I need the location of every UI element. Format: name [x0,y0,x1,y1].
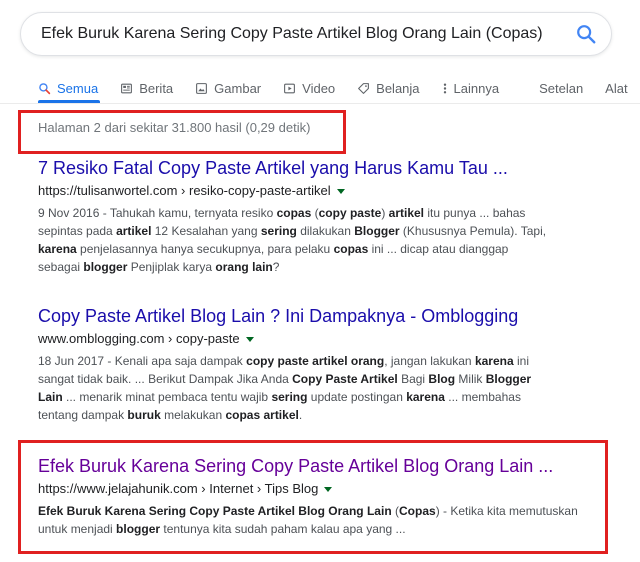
tab-setelan[interactable]: Setelan [539,81,583,96]
snippet-text: . [298,408,303,422]
snippet-keyword: copas [333,242,369,256]
result-url: www.omblogging.com › copy-paste [38,330,598,348]
snippet-line: 9 Nov 2016 - Tahukah kamu, ternyata resi… [38,204,598,222]
snippet-text: (Khususnya Pemula). Tapi, [399,224,547,238]
snippet-text: ... membahas [444,390,521,404]
tab-label: Lainnya [453,80,500,96]
snippet-keyword: copas artikel [225,408,299,422]
snippet-text: sebagai [38,260,84,274]
snippet-keyword: Blogger [354,224,400,238]
header-divider [0,103,640,104]
search-input[interactable] [41,13,561,55]
tab-video[interactable]: Video [283,81,335,96]
snippet-line: sepintas pada artikel 12 Kesalahan yang … [38,222,598,240]
snippet-line: sangat tidak baik. ... Berikut Dampak Ji… [38,370,598,388]
snippet-text: dilakukan [296,224,355,238]
search-result: 7 Resiko Fatal Copy Paste Artikel yang H… [38,157,598,276]
tab-label: Berita [139,80,174,96]
snippet-keyword: copy paste [318,206,382,220]
snippet-keyword: buruk [127,408,161,422]
snippet-text: , jangan lakukan [384,354,475,368]
snippet-text: update postingan [307,390,407,404]
snippet-keyword: karena [38,242,77,256]
tab-label: Semua [57,80,99,96]
snippet-keyword: Blogger [485,372,532,386]
snippet-keyword: Lain [38,390,63,404]
result-snippet: 9 Nov 2016 - Tahukah kamu, ternyata resi… [38,204,598,276]
snippet-keyword: copas [276,206,312,220]
snippet-text: Bagi [397,372,429,386]
snippet-keyword: karena [474,354,514,368]
snippet-keyword: sering [271,390,308,404]
snippet-text: ... menarik minat pembaca tentu wajib [62,390,272,404]
snippet-text: ? [272,260,280,274]
snippet-keyword: Copy Paste Artikel [292,372,398,386]
tab-label: Belanja [376,80,420,96]
tab-label: Gambar [214,80,262,96]
snippet-keyword: copy paste artikel orang [246,354,385,368]
dropdown-arrow-icon[interactable] [245,336,254,342]
snippet-text: itu punya ... bahas [424,206,526,220]
snippet-keyword: karena [406,390,445,404]
snippet-line: sebagai blogger Penjiplak karya orang la… [38,258,598,276]
snippet-keyword: Blog [428,372,456,386]
snippet-text: ) [381,206,389,220]
tab-belanja[interactable]: Belanja [357,80,420,96]
tab-berita[interactable]: Berita [120,81,173,96]
highlight-box-result [18,440,608,554]
shopping-tag-icon [358,82,370,94]
tab-gambar[interactable]: Gambar [195,81,261,96]
snippet-text: tentang dampak [38,408,128,422]
highlight-box-stats [18,110,346,154]
tab-label: Alat [605,80,628,96]
snippet-text: ini [513,354,529,368]
snippet-text: 18 Jun 2017 - Kenali apa saja dampak [38,354,247,368]
snippet-keyword: blogger [83,260,128,274]
result-title-link[interactable]: 7 Resiko Fatal Copy Paste Artikel yang H… [38,157,598,179]
snippet-text: ( [311,206,319,220]
search-tabs: Semua Berita Gambar Video Belanja Lainny… [38,74,628,102]
newspaper-icon [121,83,133,93]
search-icon [39,82,51,94]
snippet-text: melakukan [160,408,226,422]
tab-semua[interactable]: Semua [38,81,98,96]
snippet-text: 12 Kesalahan yang [151,224,261,238]
result-url: https://tulisanwortel.com › resiko-copy-… [38,182,598,200]
snippet-line: karena penjelasannya hanya secukupnya, p… [38,240,598,258]
tab-alat[interactable]: Alat [605,81,627,96]
result-snippet: 18 Jun 2017 - Kenali apa saja dampak cop… [38,352,598,424]
snippet-keyword: sering [260,224,297,238]
tab-label: Video [302,80,336,96]
snippet-keyword: artikel [116,224,152,238]
snippet-text: ini ... dicap atau dianggap [368,242,509,256]
tab-lainnya[interactable]: Lainnya [442,80,500,96]
result-url-text: https://tulisanwortel.com › resiko-copy-… [38,183,331,198]
snippet-text: Penjiplak karya [127,260,216,274]
tab-label: Setelan [539,80,584,96]
snippet-text: penjelasannya hanya secukupnya, para pel… [76,242,334,256]
result-url-text: www.omblogging.com › copy-paste [38,331,240,346]
search-box[interactable] [20,12,612,56]
video-icon [284,83,296,93]
snippet-text: sangat tidak baik. ... Berikut Dampak Ji… [38,372,293,386]
image-icon [196,82,208,94]
more-vert-icon [443,83,446,93]
dropdown-arrow-icon[interactable] [336,188,345,194]
snippet-line: tentang dampak buruk melakukan copas art… [38,406,598,424]
search-icon[interactable] [575,23,597,45]
result-title-link[interactable]: Copy Paste Artikel Blog Lain ? Ini Dampa… [38,305,598,327]
snippet-line: 18 Jun 2017 - Kenali apa saja dampak cop… [38,352,598,370]
snippet-keyword: artikel [388,206,425,220]
snippet-keyword: orang lain [215,260,273,274]
snippet-text: sepintas pada [38,224,117,238]
snippet-text: Milik [455,372,486,386]
snippet-line: Lain ... menarik minat pembaca tentu waj… [38,388,598,406]
search-result: Copy Paste Artikel Blog Lain ? Ini Dampa… [38,305,598,424]
snippet-text: 9 Nov 2016 - Tahukah kamu, ternyata resi… [38,206,277,220]
